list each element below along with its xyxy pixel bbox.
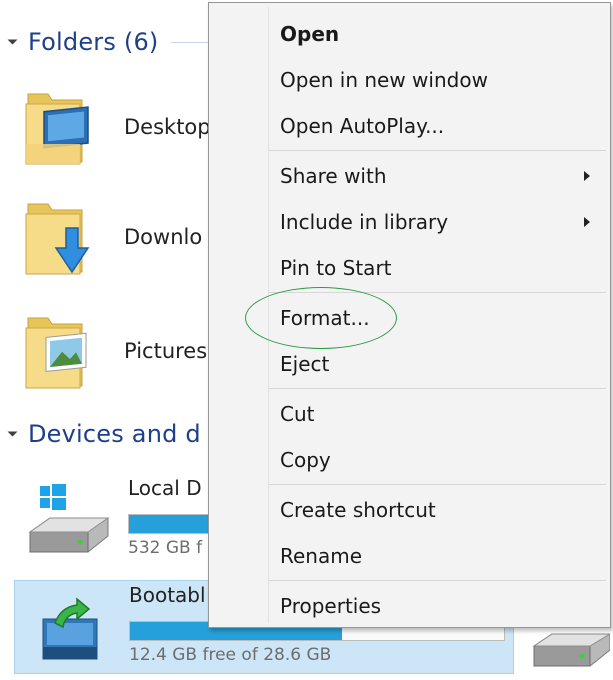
menu-item-properties[interactable]: Properties: [209, 583, 610, 629]
menu-item-eject[interactable]: Eject: [209, 341, 610, 387]
menu-item-open-autoplay[interactable]: Open AutoPlay...: [209, 103, 610, 149]
folder-label: Downlo: [124, 225, 203, 249]
desktop-folder-icon: [22, 82, 96, 172]
drive-name: Local D: [128, 476, 202, 500]
collapse-triangle-icon[interactable]: [7, 39, 18, 45]
menu-separator: [269, 150, 606, 151]
menu-item-label: Open: [280, 22, 340, 46]
menu-item-label: Eject: [280, 352, 330, 376]
folders-section-header[interactable]: Folders (6): [7, 28, 211, 56]
collapse-triangle-icon[interactable]: [7, 431, 18, 437]
devices-header-label: Devices and d: [28, 420, 201, 448]
menu-item-share-with[interactable]: Share with: [209, 153, 610, 199]
menu-item-label: Share with: [280, 164, 387, 188]
pictures-folder-icon: [22, 306, 96, 396]
usb-drive-icon: [25, 587, 115, 671]
menu-separator: [269, 292, 606, 293]
menu-separator: [269, 388, 606, 389]
menu-item-copy[interactable]: Copy: [209, 437, 610, 483]
menu-item-label: Copy: [280, 448, 331, 472]
header-divider: [170, 41, 211, 43]
partial-drive-icon: [530, 620, 612, 680]
menu-separator: [269, 484, 606, 485]
menu-item-open[interactable]: Open: [209, 11, 610, 57]
menu-item-label: Pin to Start: [280, 256, 392, 280]
folder-item-desktop[interactable]: Desktop: [22, 82, 211, 172]
menu-separator: [269, 580, 606, 581]
submenu-arrow-icon: [584, 171, 590, 181]
menu-item-label: Rename: [280, 544, 363, 568]
menu-item-label: Format...: [280, 306, 370, 330]
menu-item-rename[interactable]: Rename: [209, 533, 610, 579]
menu-item-label: Open AutoPlay...: [280, 114, 445, 138]
folders-header-label: Folders (6): [28, 28, 159, 56]
context-menu: Open Open in new window Open AutoPlay... Sh…: [208, 2, 611, 628]
submenu-arrow-icon: [584, 217, 590, 227]
menu-item-label: Properties: [280, 594, 382, 618]
windows-drive-icon: [24, 480, 114, 564]
menu-item-format[interactable]: Format...: [209, 295, 610, 341]
menu-item-label: Open in new window: [280, 68, 488, 92]
folder-item-pictures[interactable]: Pictures: [22, 306, 207, 396]
devices-section-header[interactable]: Devices and d: [7, 420, 201, 448]
folder-label: Desktop: [124, 115, 211, 139]
drive-free-space: 532 GB f: [128, 538, 203, 558]
menu-item-create-shortcut[interactable]: Create shortcut: [209, 487, 610, 533]
folder-label: Pictures: [124, 339, 208, 363]
menu-item-include-in-library[interactable]: Include in library: [209, 199, 610, 245]
menu-item-label: Create shortcut: [280, 498, 436, 522]
menu-item-label: Cut: [280, 402, 315, 426]
menu-item-cut[interactable]: Cut: [209, 391, 610, 437]
drive-name: Bootabl: [129, 583, 206, 607]
downloads-folder-icon: [22, 192, 96, 282]
folder-item-downloads[interactable]: Downlo: [22, 192, 202, 282]
explorer-window: Folders (6) Desktop Downlo Pictures Devi…: [0, 0, 613, 680]
drive-free-space: 12.4 GB free of 28.6 GB: [129, 645, 332, 665]
menu-item-open-in-new-window[interactable]: Open in new window: [209, 57, 610, 103]
menu-item-label: Include in library: [280, 210, 449, 234]
menu-item-pin-to-start[interactable]: Pin to Start: [209, 245, 610, 291]
